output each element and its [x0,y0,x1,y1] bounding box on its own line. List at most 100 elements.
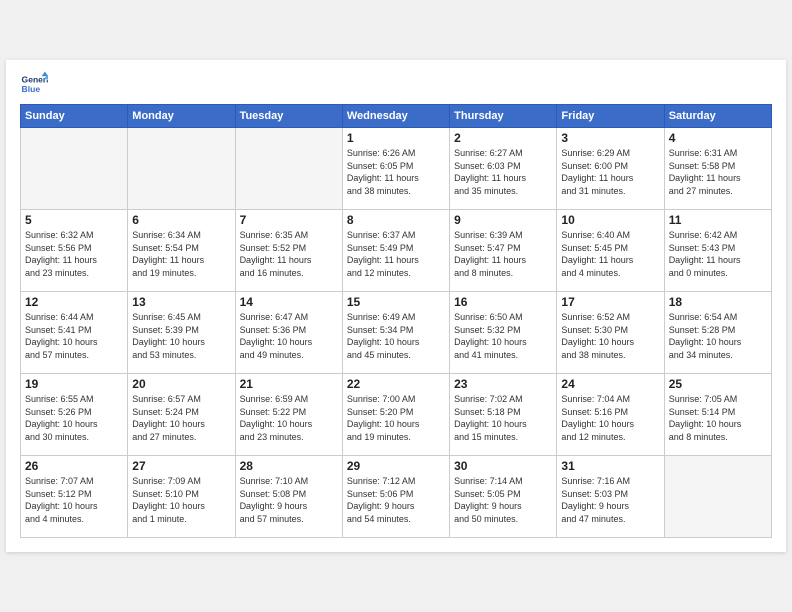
weekday-header-wednesday: Wednesday [342,105,449,128]
day-info: Sunrise: 6:57 AMSunset: 5:24 PMDaylight:… [132,393,230,443]
day-number: 30 [454,459,552,473]
day-number: 7 [240,213,338,227]
calendar-cell: 4Sunrise: 6:31 AMSunset: 5:58 PMDaylight… [664,128,771,210]
day-number: 5 [25,213,123,227]
day-info: Sunrise: 6:26 AMSunset: 6:05 PMDaylight:… [347,147,445,197]
day-number: 14 [240,295,338,309]
calendar-cell: 10 Sunrise: 6:40 AMSunset: 5:45 PMDayligh… [557,210,664,292]
day-info: Sunrise: 7:16 AMSunset: 5:03 PMDaylight:… [561,475,659,525]
calendar-cell: 21 Sunrise: 6:59 AMSunset: 5:22 PMDayligh… [235,374,342,456]
day-number: 19 [25,377,123,391]
day-number: 8 [347,213,445,227]
calendar-cell: 13 Sunrise: 6:45 AMSunset: 5:39 PMDayligh… [128,292,235,374]
day-number: 9 [454,213,552,227]
calendar-cell: 20 Sunrise: 6:57 AMSunset: 5:24 PMDayligh… [128,374,235,456]
day-info: Sunrise: 6:42 AMSunset: 5:43 PMDaylight:… [669,229,767,279]
day-number: 31 [561,459,659,473]
calendar-cell: 22 Sunrise: 7:00 AMSunset: 5:20 PMDayligh… [342,374,449,456]
day-number: 25 [669,377,767,391]
calendar-cell: 1 Sunrise: 6:26 AMSunset: 6:05 PMDaylight… [342,128,449,210]
day-number: 1 [347,131,445,145]
calendar-header-row: SundayMondayTuesdayWednesdayThursdayFrid… [21,105,772,128]
day-info: Sunrise: 7:14 AMSunset: 5:05 PMDaylight:… [454,475,552,525]
weekday-header-thursday: Thursday [450,105,557,128]
day-number: 13 [132,295,230,309]
calendar-body: 1 Sunrise: 6:26 AMSunset: 6:05 PMDaylight… [21,128,772,538]
day-number: 26 [25,459,123,473]
day-info: Sunrise: 7:12 AMSunset: 5:06 PMDaylight:… [347,475,445,525]
calendar-cell: 8Sunrise: 6:37 AMSunset: 5:49 PMDaylight… [342,210,449,292]
calendar-cell: 2 Sunrise: 6:27 AMSunset: 6:03 PMDaylight… [450,128,557,210]
weekday-header-tuesday: Tuesday [235,105,342,128]
day-number: 12 [25,295,123,309]
calendar-cell: 25 Sunrise: 7:05 AMSunset: 5:14 PMDayligh… [664,374,771,456]
day-info: Sunrise: 6:35 AMSunset: 5:52 PMDaylight:… [240,229,338,279]
calendar-cell: 17Sunrise: 6:52 AMSunset: 5:30 PMDayligh… [557,292,664,374]
day-number: 3 [561,131,659,145]
calendar-cell [235,128,342,210]
weekday-header-sunday: Sunday [21,105,128,128]
day-info: Sunrise: 6:39 AMSunset: 5:47 PMDaylight:… [454,229,552,279]
day-info: Sunrise: 7:07 AMSunset: 5:12 PMDaylight:… [25,475,123,525]
day-number: 24 [561,377,659,391]
logo: General Blue [20,70,52,98]
day-info: Sunrise: 6:27 AMSunset: 6:03 PMDaylight:… [454,147,552,197]
day-info: Sunrise: 6:34 AMSunset: 5:54 PMDaylight:… [132,229,230,279]
calendar-cell [21,128,128,210]
calendar-cell: 24 Sunrise: 7:04 AMSunset: 5:16 PMDayligh… [557,374,664,456]
calendar-cell: 27 Sunrise: 7:09 AMSunset: 5:10 PMDayligh… [128,456,235,538]
calendar-cell: 12 Sunrise: 6:44 AMSunset: 5:41 PMDayligh… [21,292,128,374]
day-number: 4 [669,131,767,145]
day-info: Sunrise: 6:50 AMSunset: 5:32 PMDaylight:… [454,311,552,361]
day-info: Sunrise: 7:09 AMSunset: 5:10 PMDaylight:… [132,475,230,525]
calendar-cell: 15Sunrise: 6:49 AMSunset: 5:34 PMDayligh… [342,292,449,374]
week-row-1: 1 Sunrise: 6:26 AMSunset: 6:05 PMDaylight… [21,128,772,210]
calendar-cell: 28Sunrise: 7:10 AMSunset: 5:08 PMDayligh… [235,456,342,538]
day-number: 6 [132,213,230,227]
calendar-cell: 23 Sunrise: 7:02 AMSunset: 5:18 PMDayligh… [450,374,557,456]
week-row-3: 12 Sunrise: 6:44 AMSunset: 5:41 PMDayligh… [21,292,772,374]
day-info: Sunrise: 6:59 AMSunset: 5:22 PMDaylight:… [240,393,338,443]
day-info: Sunrise: 6:49 AMSunset: 5:34 PMDaylight:… [347,311,445,361]
calendar-cell: 9 Sunrise: 6:39 AMSunset: 5:47 PMDaylight… [450,210,557,292]
day-number: 22 [347,377,445,391]
day-info: Sunrise: 6:45 AMSunset: 5:39 PMDaylight:… [132,311,230,361]
calendar-cell: 18Sunrise: 6:54 AMSunset: 5:28 PMDayligh… [664,292,771,374]
day-info: Sunrise: 6:54 AMSunset: 5:28 PMDaylight:… [669,311,767,361]
calendar-header: General Blue [20,70,772,98]
calendar-cell: 31 Sunrise: 7:16 AMSunset: 5:03 PMDayligh… [557,456,664,538]
calendar-cell: 16Sunrise: 6:50 AMSunset: 5:32 PMDayligh… [450,292,557,374]
day-info: Sunrise: 7:02 AMSunset: 5:18 PMDaylight:… [454,393,552,443]
week-row-5: 26 Sunrise: 7:07 AMSunset: 5:12 PMDayligh… [21,456,772,538]
svg-text:Blue: Blue [22,84,41,94]
calendar-cell [664,456,771,538]
day-number: 20 [132,377,230,391]
weekday-header-monday: Monday [128,105,235,128]
calendar-cell [128,128,235,210]
week-row-2: 5 Sunrise: 6:32 AMSunset: 5:56 PMDaylight… [21,210,772,292]
day-info: Sunrise: 6:40 AMSunset: 5:45 PMDaylight:… [561,229,659,279]
day-number: 29 [347,459,445,473]
day-info: Sunrise: 7:00 AMSunset: 5:20 PMDaylight:… [347,393,445,443]
day-info: Sunrise: 6:32 AMSunset: 5:56 PMDaylight:… [25,229,123,279]
calendar-table: SundayMondayTuesdayWednesdayThursdayFrid… [20,104,772,538]
weekday-row: SundayMondayTuesdayWednesdayThursdayFrid… [21,105,772,128]
day-number: 11 [669,213,767,227]
calendar-cell: 11 Sunrise: 6:42 AMSunset: 5:43 PMDayligh… [664,210,771,292]
day-number: 27 [132,459,230,473]
day-info: Sunrise: 6:29 AMSunset: 6:00 PMDaylight:… [561,147,659,197]
day-number: 17 [561,295,659,309]
day-info: Sunrise: 7:04 AMSunset: 5:16 PMDaylight:… [561,393,659,443]
day-number: 21 [240,377,338,391]
day-number: 2 [454,131,552,145]
day-number: 23 [454,377,552,391]
day-info: Sunrise: 6:44 AMSunset: 5:41 PMDaylight:… [25,311,123,361]
day-info: Sunrise: 6:55 AMSunset: 5:26 PMDaylight:… [25,393,123,443]
day-number: 10 [561,213,659,227]
calendar-cell: 6 Sunrise: 6:34 AMSunset: 5:54 PMDaylight… [128,210,235,292]
day-number: 28 [240,459,338,473]
calendar-cell: 5 Sunrise: 6:32 AMSunset: 5:56 PMDaylight… [21,210,128,292]
calendar-cell: 3 Sunrise: 6:29 AMSunset: 6:00 PMDaylight… [557,128,664,210]
day-info: Sunrise: 7:05 AMSunset: 5:14 PMDaylight:… [669,393,767,443]
week-row-4: 19 Sunrise: 6:55 AMSunset: 5:26 PMDayligh… [21,374,772,456]
